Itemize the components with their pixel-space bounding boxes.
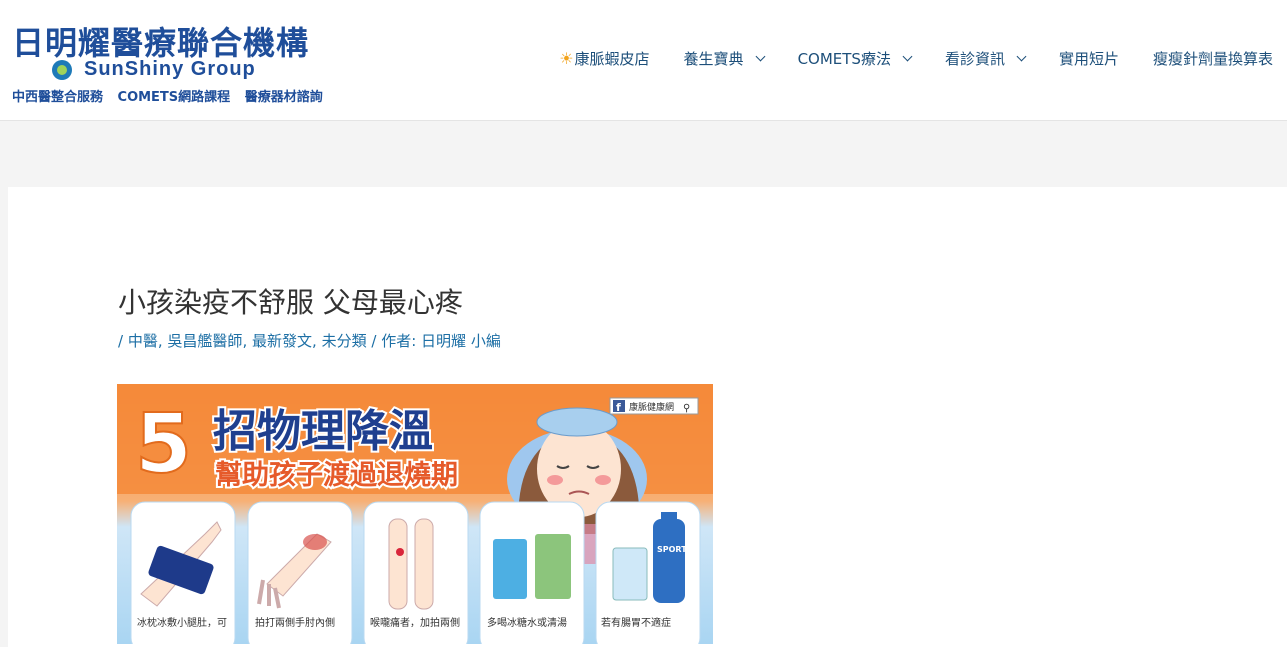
hero-subheadline: 幫助孩子渡過退燒期	[215, 459, 458, 491]
logo-group-name: SunShiny Group	[84, 58, 256, 80]
nav-item-label: 看診資訊	[944, 50, 1005, 68]
nav-item-label: 康脈蝦皮店	[574, 50, 650, 68]
category-link[interactable]: 吳昌艦醫師	[167, 332, 242, 350]
post-title: 小孩染疫不舒服 父母最心疼	[118, 286, 463, 319]
sports-bottle-icon	[653, 519, 685, 603]
cooling-tips-illustration: 5 招物理降溫 幫助孩子渡過退燒期 f 康脈健康網 ⚲ SPORTS 冰枕冰敷小…	[117, 384, 713, 644]
logo-group: SunShiny Group	[52, 58, 256, 81]
nav-item-health-guide[interactable]: 養生寶典	[683, 48, 766, 69]
post-meta: / 中醫, 吳昌艦醫師, 最新發文, 未分類 / 作者: 日明耀 小編	[118, 332, 501, 350]
ice-pack-head	[536, 407, 618, 437]
nav-item-label: COMETS療法	[797, 50, 891, 68]
author-link[interactable]: 日明耀 小編	[421, 332, 501, 350]
tip-caption-4: 多喝冰糖水或清湯	[487, 616, 567, 629]
author-prefix: / 作者:	[371, 332, 417, 350]
nav-item-dose-calculator[interactable]: 瘦瘦針劑量換算表	[1153, 48, 1273, 69]
search-icon: ⚲	[683, 403, 690, 414]
category-link[interactable]: 最新發文	[252, 332, 312, 350]
main-nav: ☀ 康脈蝦皮店 養生寶典 COMETS療法 看診資訊 實用短片 瘦瘦針劑量換算表	[559, 48, 1273, 69]
water-glass-icon	[612, 547, 648, 601]
tip-caption-2: 拍打兩側手肘內側	[255, 616, 335, 629]
green-glass-icon	[535, 534, 571, 599]
chevron-down-icon	[1016, 51, 1027, 62]
hero-headline: 招物理降溫	[213, 406, 433, 457]
tip-caption-3: 喉嚨痛者，加拍兩側	[370, 616, 460, 629]
blue-glass-icon	[493, 539, 527, 599]
nav-item-label: 瘦瘦針劑量換算表	[1152, 50, 1273, 68]
site-logo[interactable]: 日明耀醫療聯合機構 SunShiny Group 中西醫整合服務 COMETS網…	[10, 18, 360, 108]
logo-tagline: 中西醫整合服務 COMETS網路課程 醫療器材諮詢	[12, 90, 323, 105]
tip-caption-1: 冰枕冰敷小腿肚，可	[137, 616, 227, 629]
post-card: 小孩染疫不舒服 父母最心疼 / 中醫, 吳昌艦醫師, 最新發文, 未分類 / 作…	[8, 187, 1287, 647]
post-featured-image: 5 招物理降溫 幫助孩子渡過退燒期 f 康脈健康網 ⚲ SPORTS 冰枕冰敷小…	[117, 384, 713, 644]
chevron-down-icon	[902, 51, 913, 62]
hero-big-number: 5	[135, 397, 192, 492]
nav-item-shopee-store[interactable]: ☀ 康脈蝦皮店	[559, 48, 649, 69]
hero-badge-text: 康脈健康網	[629, 401, 674, 413]
legs-illustration	[388, 518, 408, 610]
site-header: 日明耀醫療聯合機構 SunShiny Group 中西醫整合服務 COMETS網…	[0, 0, 1287, 121]
svg-text:f: f	[616, 401, 621, 414]
nav-item-label: 養生寶典	[683, 50, 744, 68]
tip-caption-5: 若有腸胃不適症	[601, 616, 671, 629]
nav-item-label: 實用短片	[1058, 50, 1119, 68]
chevron-down-icon	[755, 51, 766, 62]
logo-mark-icon	[52, 59, 72, 80]
category-link[interactable]: 未分類	[322, 332, 367, 350]
meta-separator: /	[118, 332, 124, 350]
nav-item-clinic-info[interactable]: 看診資訊	[944, 48, 1027, 69]
sun-icon: ☀	[559, 49, 574, 68]
nav-item-comets-therapy[interactable]: COMETS療法	[797, 48, 913, 69]
nav-item-short-videos[interactable]: 實用短片	[1059, 48, 1119, 69]
sports-label: SPORTS	[657, 545, 693, 554]
category-link[interactable]: 中醫	[128, 332, 158, 350]
